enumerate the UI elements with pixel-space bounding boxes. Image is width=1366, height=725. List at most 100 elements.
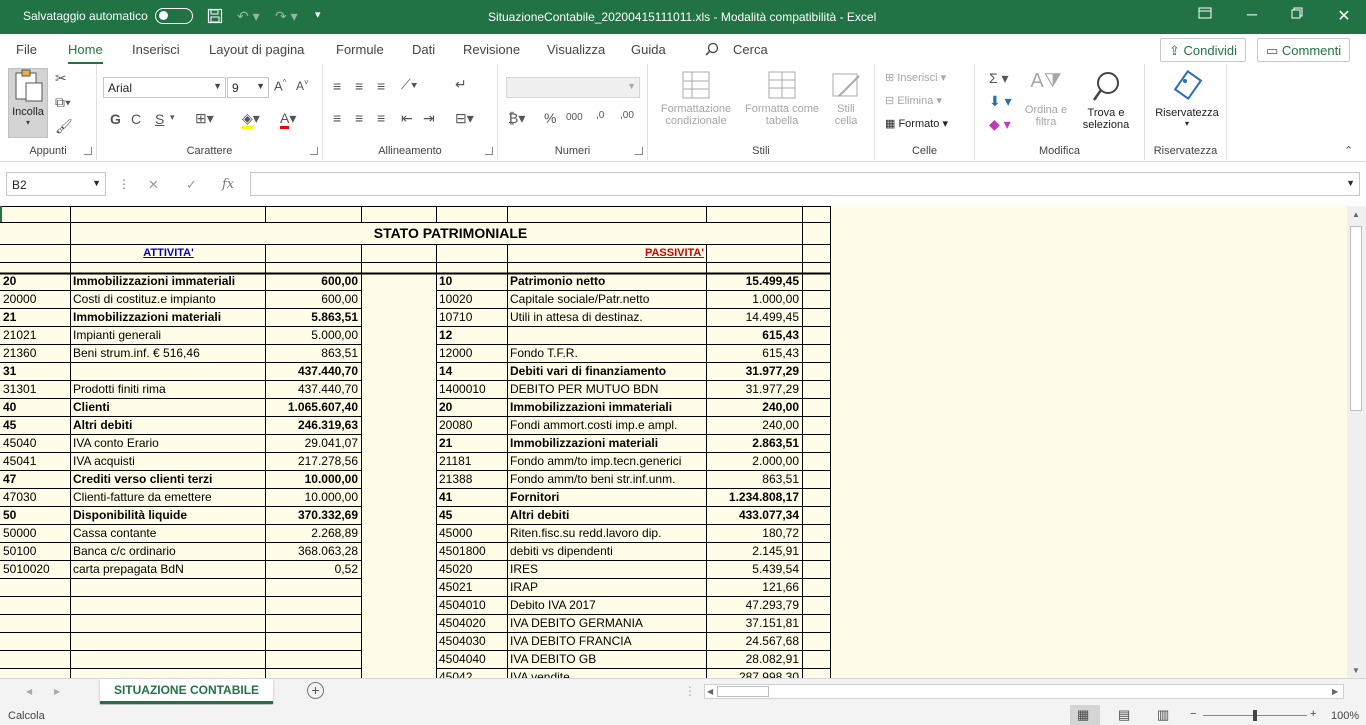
fill-icon[interactable]: ⬇ ▾ xyxy=(989,93,1012,110)
asset-description-cell[interactable]: Costi di costituz.e impianto xyxy=(71,290,264,308)
liability-value-cell[interactable]: 5.439,54 xyxy=(707,560,801,578)
sheet-tab-situazione-contabile[interactable]: SITUAZIONE CONTABILE xyxy=(100,679,273,704)
asset-description-cell[interactable] xyxy=(71,362,264,380)
asset-description-cell[interactable]: Impianti generali xyxy=(71,326,264,344)
worksheet-grid[interactable]: STATO PATRIMONIALE ATTIVITA' PASSIVITA' … xyxy=(0,206,1347,678)
merge-center-icon[interactable]: ⊟▾ xyxy=(455,110,474,127)
zoom-in-icon[interactable]: + xyxy=(1310,708,1316,720)
tab-formulas[interactable]: Formule xyxy=(336,42,384,57)
undo-icon[interactable]: ↶ ▾ xyxy=(237,8,260,25)
liability-value-cell[interactable]: 863,51 xyxy=(707,470,801,488)
zoom-level[interactable]: 100% xyxy=(1331,710,1359,722)
asset-description-cell[interactable]: Beni strum.inf. € 516,46 xyxy=(71,344,264,362)
asset-description-cell[interactable]: Immobilizzazioni immateriali xyxy=(71,272,264,290)
liability-description-cell[interactable]: Fornitori xyxy=(508,488,705,506)
asset-description-cell[interactable]: Altri debiti xyxy=(71,416,264,434)
asset-description-cell[interactable]: Prodotti finiti rima xyxy=(71,380,264,398)
liability-description-cell[interactable]: IVA DEBITO GB xyxy=(508,650,705,668)
number-format-select[interactable]: ▼ xyxy=(506,77,640,98)
liability-code-cell[interactable]: 20 xyxy=(437,398,506,416)
liability-code-cell[interactable]: 12000 xyxy=(437,344,506,362)
zoom-slider-thumb[interactable] xyxy=(1253,710,1257,721)
liability-value-cell[interactable]: 121,66 xyxy=(707,578,801,596)
tab-split-icon[interactable]: ⋮ xyxy=(684,684,696,698)
asset-code-cell[interactable]: 45040 xyxy=(1,434,69,452)
liability-value-cell[interactable]: 15.499,45 xyxy=(707,272,801,290)
liability-description-cell[interactable]: Immobilizzazioni immateriali xyxy=(508,398,705,416)
liability-value-cell[interactable]: 2.145,91 xyxy=(707,542,801,560)
orientation-icon[interactable]: ⟋▾ xyxy=(401,76,418,93)
more-options-icon[interactable]: ⋮ xyxy=(118,177,130,191)
liability-description-cell[interactable] xyxy=(508,326,705,344)
asset-code-cell[interactable]: 21360 xyxy=(1,344,69,362)
liability-code-cell[interactable]: 21388 xyxy=(437,470,506,488)
font-name-select[interactable]: Arial ▼ xyxy=(103,77,226,98)
asset-description-cell[interactable]: Banca c/c ordinario xyxy=(71,542,264,560)
next-sheet-icon[interactable]: ▶ xyxy=(54,687,60,696)
close-icon[interactable]: ✕ xyxy=(1334,6,1354,26)
thousands-separator-icon[interactable]: 000 xyxy=(566,112,583,123)
tab-help[interactable]: Guida xyxy=(631,42,666,57)
asset-code-cell[interactable]: 40 xyxy=(1,398,69,416)
tab-data[interactable]: Dati xyxy=(412,42,435,57)
asset-description-cell[interactable]: IVA conto Erario xyxy=(71,434,264,452)
bold-button[interactable]: G xyxy=(110,111,121,127)
increase-indent-icon[interactable]: ⇥ xyxy=(423,110,435,127)
asset-value-cell[interactable]: 217.278,56 xyxy=(266,452,360,470)
vertical-scrollbar[interactable]: ▲ ▼ xyxy=(1347,206,1366,678)
asset-description-cell[interactable]: carta prepagata BdN xyxy=(71,560,264,578)
page-layout-view-icon[interactable]: ▤ xyxy=(1118,707,1130,723)
asset-value-cell[interactable]: 437.440,70 xyxy=(266,380,360,398)
asset-code-cell[interactable]: 47 xyxy=(1,470,69,488)
asset-value-cell[interactable]: 0,52 xyxy=(266,560,360,578)
asset-value-cell[interactable]: 600,00 xyxy=(266,272,360,290)
asset-value-cell[interactable]: 29.041,07 xyxy=(266,434,360,452)
liability-description-cell[interactable]: Fondo amm/to imp.tecn.generici xyxy=(508,452,705,470)
add-sheet-icon[interactable]: + xyxy=(307,682,324,699)
normal-view-icon[interactable]: ▦ xyxy=(1077,707,1089,723)
liability-description-cell[interactable]: Debiti vari di finanziamento xyxy=(508,362,705,380)
ribbon-display-icon[interactable] xyxy=(1195,6,1215,26)
save-icon[interactable] xyxy=(207,8,223,27)
increase-font-icon[interactable]: A^ xyxy=(274,78,286,93)
tab-page-layout[interactable]: Layout di pagina xyxy=(209,42,304,57)
search-icon[interactable] xyxy=(705,42,719,59)
liability-description-cell[interactable]: Utili in attesa di destinaz. xyxy=(508,308,705,326)
zoom-out-icon[interactable]: − xyxy=(1190,708,1196,720)
align-right-icon[interactable]: ≡ xyxy=(377,110,385,126)
find-select-button[interactable]: Trova e seleziona xyxy=(1073,70,1139,131)
liability-code-cell[interactable]: 41 xyxy=(437,488,506,506)
liability-code-cell[interactable]: 4504020 xyxy=(437,614,506,632)
font-size-select[interactable]: 9 ▼ xyxy=(227,77,269,98)
vertical-scroll-thumb[interactable] xyxy=(1350,226,1362,411)
decrease-indent-icon[interactable]: ⇤ xyxy=(401,110,413,127)
asset-value-cell[interactable]: 5.000,00 xyxy=(266,326,360,344)
liability-description-cell[interactable]: Debito IVA 2017 xyxy=(508,596,705,614)
liability-value-cell[interactable]: 240,00 xyxy=(707,398,801,416)
liability-value-cell[interactable]: 2.000,00 xyxy=(707,452,801,470)
liability-value-cell[interactable]: 287.998,30 xyxy=(707,668,801,678)
autosave-toggle[interactable] xyxy=(155,8,193,24)
asset-code-cell[interactable]: 5010020 xyxy=(1,560,69,578)
tab-review[interactable]: Revisione xyxy=(463,42,520,57)
decrease-decimal-icon[interactable]: ,00 xyxy=(620,110,634,121)
liability-value-cell[interactable]: 615,43 xyxy=(707,344,801,362)
liability-code-cell[interactable]: 4504040 xyxy=(437,650,506,668)
prev-sheet-icon[interactable]: ◀ xyxy=(26,687,32,696)
asset-value-cell[interactable]: 600,00 xyxy=(266,290,360,308)
liability-code-cell[interactable]: 1400010 xyxy=(437,380,506,398)
borders-icon[interactable]: ⊞▾ xyxy=(195,110,214,127)
clear-icon[interactable]: ◆ ▾ xyxy=(989,116,1011,133)
tab-file[interactable]: File xyxy=(16,42,37,57)
liability-description-cell[interactable]: Patrimonio netto xyxy=(508,272,705,290)
asset-description-cell[interactable]: Immobilizzazioni materiali xyxy=(71,308,264,326)
align-top-icon[interactable]: ≡ xyxy=(333,78,341,94)
asset-code-cell[interactable]: 20 xyxy=(1,272,69,290)
liability-description-cell[interactable]: debiti vs dipendenti xyxy=(508,542,705,560)
asset-code-cell[interactable]: 50100 xyxy=(1,542,69,560)
asset-code-cell[interactable]: 21 xyxy=(1,308,69,326)
increase-decimal-icon[interactable]: ,0 xyxy=(596,110,604,121)
asset-value-cell[interactable]: 5.863,51 xyxy=(266,308,360,326)
asset-code-cell[interactable]: 21021 xyxy=(1,326,69,344)
asset-description-cell[interactable]: Clienti xyxy=(71,398,264,416)
